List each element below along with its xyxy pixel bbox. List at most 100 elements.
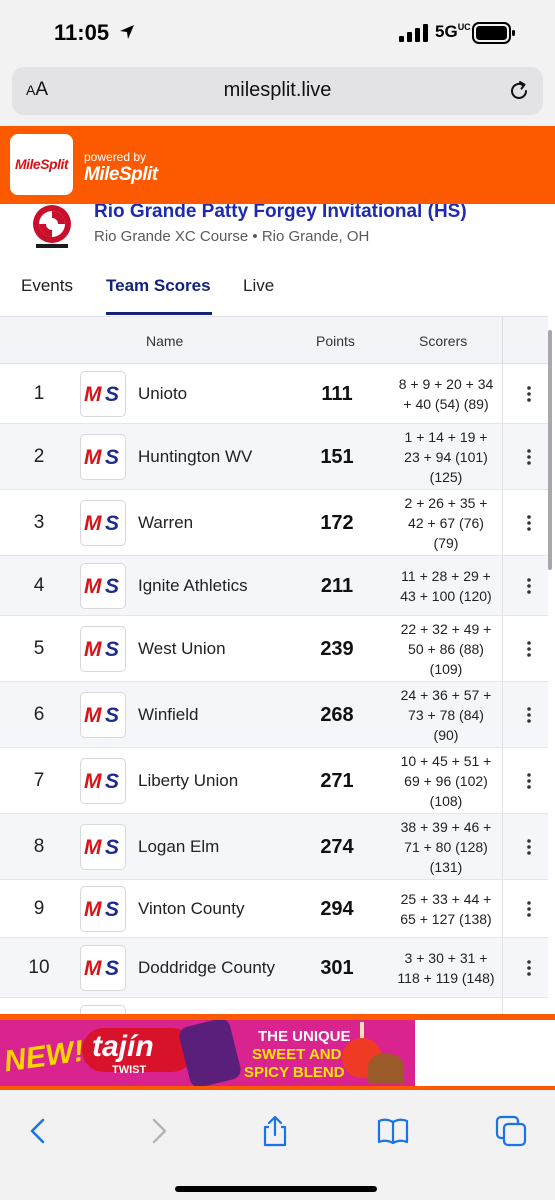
more-options-icon[interactable] xyxy=(519,576,539,596)
address-bar[interactable]: AA milesplit.live xyxy=(12,67,543,115)
table-row[interactable]: 4 M S Ignite Athletics 211 11 + 28 + 29 + 43 +… xyxy=(0,556,548,616)
bookmarks-icon[interactable] xyxy=(376,1114,410,1148)
logo-letter-m: M xyxy=(84,638,101,661)
team-points: 211 xyxy=(320,575,354,597)
team-name[interactable]: Warren xyxy=(138,513,193,533)
logo-letter-s: S xyxy=(105,704,120,727)
table-row[interactable]: 2 M S Huntington WV 151 1 + 14 + 19 + 23 + 94 … xyxy=(0,424,548,490)
scorers-line: 73 + 78 (84) xyxy=(408,707,484,723)
ad-figure-image xyxy=(368,1054,404,1084)
tab-bar: Events Team Scores Live xyxy=(0,254,555,316)
team-name[interactable]: Doddridge County xyxy=(138,958,275,978)
more-options-icon[interactable] xyxy=(519,899,539,919)
scorers-line: 65 + 127 (138) xyxy=(400,911,492,927)
tajin-ad-banner[interactable]: NEW! tajín TWIST THE UNIQUE SWEET AND SP… xyxy=(0,1020,415,1086)
back-icon[interactable] xyxy=(22,1114,56,1148)
table-row[interactable]: 6 M S Winfield 268 24 + 36 + 57 + 73 + 78 (84)… xyxy=(0,682,548,748)
team-scorers: 25 + 33 + 44 + 65 + 127 (138) xyxy=(384,889,508,929)
team-points: 274 xyxy=(320,836,354,858)
more-options-icon[interactable] xyxy=(519,447,539,467)
scorers-line: (108) xyxy=(429,793,463,809)
row-divider xyxy=(502,880,503,937)
meet-location: Rio Grande XC Course • Rio Grande, OH xyxy=(94,228,370,245)
team-points: 239 xyxy=(320,638,354,660)
network-suffix: UC xyxy=(457,22,471,32)
home-indicator xyxy=(175,1186,377,1192)
row-divider xyxy=(502,938,503,997)
team-name[interactable]: West Union xyxy=(138,639,226,659)
forward-icon[interactable] xyxy=(141,1114,175,1148)
rio-grande-logo-icon xyxy=(33,205,71,248)
team-name[interactable]: Logan Elm xyxy=(138,837,219,857)
team-rank: 1 xyxy=(33,383,45,404)
tab-live[interactable]: Live xyxy=(243,276,274,296)
scorers-line: (125) xyxy=(429,469,463,485)
team-points: 271 xyxy=(320,770,354,792)
team-points: 111 xyxy=(321,383,353,405)
team-name[interactable]: Huntington WV xyxy=(138,447,252,467)
ad-brand: tajín xyxy=(92,1030,154,1063)
scorers-line: (79) xyxy=(433,535,459,551)
row-divider xyxy=(502,556,503,615)
row-divider xyxy=(502,748,503,813)
team-points: 268 xyxy=(320,704,354,726)
team-rank: 5 xyxy=(33,638,45,659)
share-icon[interactable] xyxy=(258,1114,292,1148)
more-options-icon[interactable] xyxy=(519,837,539,857)
more-options-icon[interactable] xyxy=(519,958,539,978)
row-divider xyxy=(502,616,503,681)
header-name: Name xyxy=(146,333,184,349)
team-scorers: 1 + 14 + 19 + 23 + 94 (101) (125) xyxy=(384,427,508,487)
team-name[interactable]: Ignite Athletics xyxy=(138,576,248,596)
milesplit-logo[interactable]: MileSplit xyxy=(10,134,73,195)
scrollbar-thumb[interactable] xyxy=(548,330,552,570)
logo-letter-m: M xyxy=(84,836,101,859)
logo-letter-s: S xyxy=(105,446,120,469)
team-points: 294 xyxy=(320,898,354,920)
table-row[interactable]: 10 M S Doddridge County 301 3 + 30 + 31 + 118 … xyxy=(0,938,548,998)
team-points: 172 xyxy=(320,512,354,534)
more-options-icon[interactable] xyxy=(519,384,539,404)
more-options-icon[interactable] xyxy=(519,771,539,791)
table-row[interactable]: 5 M S West Union 239 22 + 32 + 49 + 50 + 86 (8… xyxy=(0,616,548,682)
ad-sub-brand: TWIST xyxy=(112,1064,147,1076)
team-rank: 9 xyxy=(33,898,45,919)
logo-letter-m: M xyxy=(84,383,101,406)
scorers-line: (90) xyxy=(433,727,459,743)
reload-icon[interactable] xyxy=(507,79,531,103)
logo-letter-m: M xyxy=(84,575,101,598)
table-row[interactable]: 3 M S Warren 172 2 + 26 + 35 + 42 + 67 (76) (79… xyxy=(0,490,548,556)
table-row[interactable]: 8 M S Logan Elm 274 38 + 39 + 46 + 71 + 80 (12… xyxy=(0,814,548,880)
url-text[interactable]: milesplit.live xyxy=(12,79,543,102)
logo-letter-s: S xyxy=(105,898,120,921)
more-options-icon[interactable] xyxy=(519,639,539,659)
tab-team-scores[interactable]: Team Scores xyxy=(106,276,211,296)
tabs-icon[interactable] xyxy=(494,1114,528,1148)
scorers-line: 25 + 33 + 44 + xyxy=(400,891,492,907)
scorers-line: 50 + 86 (88) xyxy=(408,641,484,657)
scorers-line: (131) xyxy=(429,859,463,875)
team-name[interactable]: Winfield xyxy=(138,705,198,725)
more-options-icon[interactable] xyxy=(519,513,539,533)
team-scores-table: Name Points Scorers 1 M S Unioto 111 8 + 9 + … xyxy=(0,316,548,1016)
row-divider xyxy=(502,814,503,879)
meet-title[interactable]: Rio Grande Patty Forgey Invitational (HS… xyxy=(94,204,467,223)
milesplit-logo-text: MileSplit xyxy=(14,156,69,172)
team-name[interactable]: Liberty Union xyxy=(138,771,238,791)
more-options-icon[interactable] xyxy=(519,705,539,725)
team-name[interactable]: Vinton County xyxy=(138,899,244,919)
logo-letter-s: S xyxy=(105,512,120,535)
logo-letter-s: S xyxy=(105,770,120,793)
table-row[interactable]: 7 M S Liberty Union 271 10 + 45 + 51 + 69 + 96… xyxy=(0,748,548,814)
team-rank: 10 xyxy=(28,957,50,978)
tab-events[interactable]: Events xyxy=(21,276,73,296)
team-scorers: 8 + 9 + 20 + 34 + 40 (54) (89) xyxy=(384,374,508,414)
team-scorers: 10 + 45 + 51 + 69 + 96 (102) (108) xyxy=(384,751,508,811)
header-divider xyxy=(502,317,503,365)
table-row[interactable]: 9 M S Vinton County 294 25 + 33 + 44 + 65 + 12… xyxy=(0,880,548,938)
network-label: 5GUC xyxy=(435,22,471,41)
ad-bottle-image xyxy=(177,1020,243,1086)
team-rank: 2 xyxy=(33,446,45,467)
table-row[interactable]: 1 M S Unioto 111 8 + 9 + 20 + 34 + 40 (54) (89… xyxy=(0,364,548,424)
team-name[interactable]: Unioto xyxy=(138,384,187,404)
